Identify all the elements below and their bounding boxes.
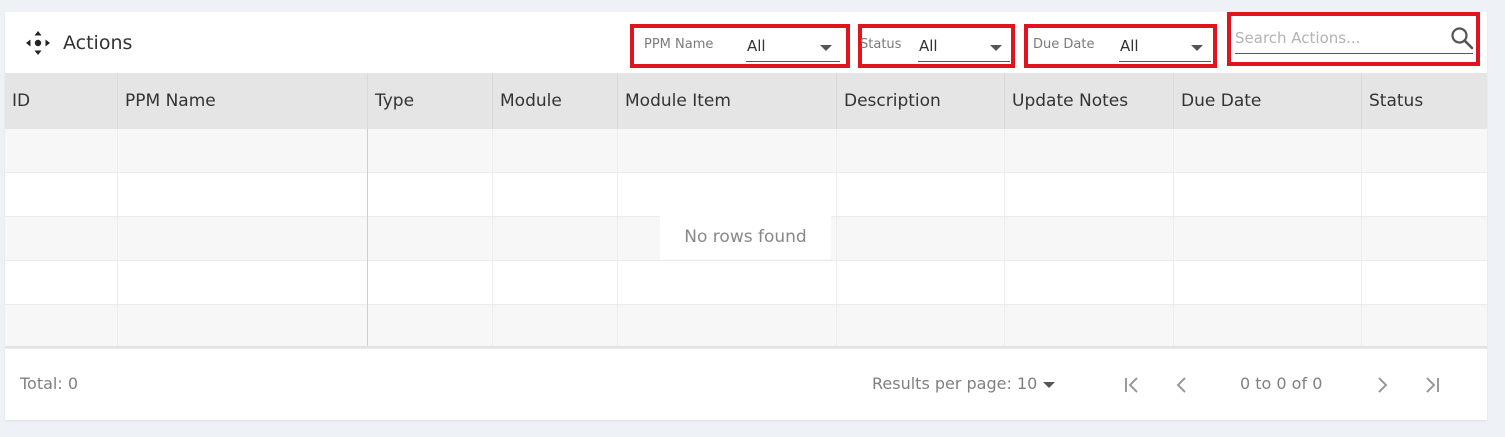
column-header-module-item[interactable]: Module Item — [618, 73, 837, 129]
column-header-ppm-name[interactable]: PPM Name — [118, 73, 368, 129]
table-row — [5, 173, 1487, 217]
page-title: Actions — [63, 32, 133, 54]
status-select[interactable]: All — [918, 34, 1010, 62]
search-icon[interactable] — [1450, 26, 1474, 50]
results-per-page-label: Results per page: 10 — [872, 374, 1038, 393]
search-input[interactable] — [1235, 22, 1473, 54]
due-date-filter-label: Due Date — [1033, 37, 1095, 52]
column-header-type[interactable]: Type — [368, 73, 493, 129]
column-header-due-date[interactable]: Due Date — [1174, 73, 1362, 129]
chevron-down-icon — [1043, 381, 1056, 388]
ppm-name-filter-label: PPM Name — [644, 37, 714, 52]
chevron-down-icon — [1191, 45, 1203, 51]
table-row — [5, 261, 1487, 305]
ppm-name-filter: PPM Name All — [630, 24, 850, 68]
column-divider — [117, 129, 118, 346]
move-icon[interactable] — [25, 30, 51, 56]
column-header-update-notes[interactable]: Update Notes — [1005, 73, 1174, 129]
column-divider — [367, 129, 368, 346]
column-divider — [1361, 129, 1362, 346]
status-filter-label: Status — [860, 37, 902, 52]
title-group: Actions — [25, 30, 132, 56]
column-divider — [617, 129, 618, 346]
column-header-module[interactable]: Module — [493, 73, 618, 129]
search-box — [1227, 12, 1480, 66]
status-select-value: All — [919, 37, 938, 55]
table-bottom-border — [5, 346, 1487, 348]
empty-message: No rows found — [660, 215, 831, 259]
table-row — [5, 129, 1487, 173]
due-date-select-value: All — [1120, 37, 1139, 55]
first-page-icon[interactable] — [1122, 375, 1142, 395]
chevron-down-icon — [990, 45, 1002, 51]
page-info: 0 to 0 of 0 — [1240, 374, 1323, 393]
table-header: ID PPM Name Type Module Module Item Desc… — [5, 73, 1487, 129]
chevron-down-icon — [820, 45, 832, 51]
next-page-icon[interactable] — [1372, 375, 1392, 395]
panel-header: Actions PPM Name All Status All Due Date… — [5, 12, 1487, 72]
ppm-name-select[interactable]: All — [746, 34, 840, 62]
results-per-page-select[interactable]: Results per page: 10 — [872, 374, 1056, 393]
due-date-filter: Due Date All — [1024, 24, 1217, 68]
column-divider — [1004, 129, 1005, 346]
last-page-icon[interactable] — [1422, 375, 1442, 395]
column-divider — [836, 129, 837, 346]
column-header-id[interactable]: ID — [5, 73, 118, 129]
previous-page-icon[interactable] — [1172, 375, 1192, 395]
status-filter: Status All — [858, 24, 1015, 68]
column-divider — [492, 129, 493, 346]
column-divider — [1173, 129, 1174, 346]
total-count: Total: 0 — [20, 374, 79, 393]
table-row — [5, 305, 1487, 349]
ppm-name-select-value: All — [747, 37, 766, 55]
due-date-select[interactable]: All — [1119, 34, 1211, 62]
column-header-description[interactable]: Description — [837, 73, 1005, 129]
actions-panel: Actions PPM Name All Status All Due Date… — [5, 12, 1487, 420]
column-header-status[interactable]: Status — [1362, 73, 1487, 129]
